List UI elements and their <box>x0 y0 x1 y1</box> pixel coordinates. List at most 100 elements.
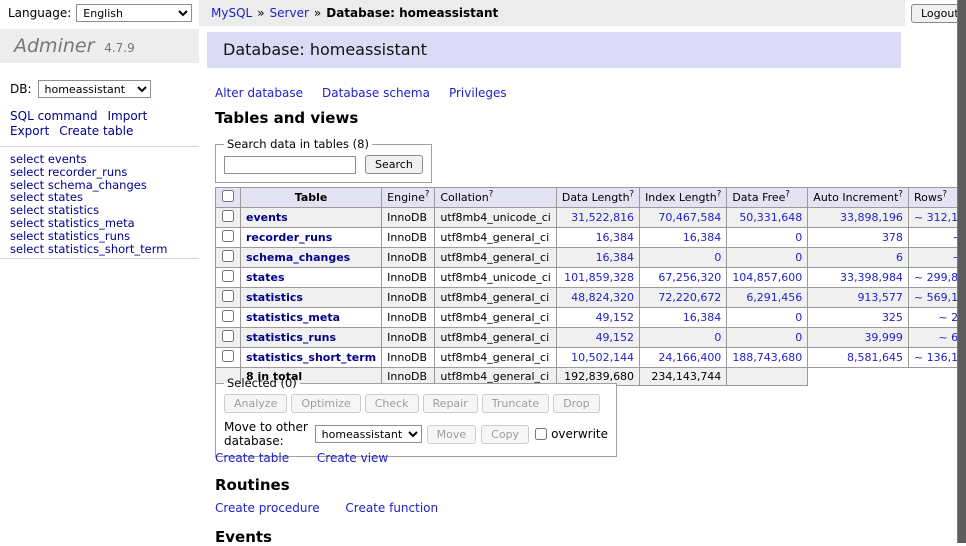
overwrite-checkbox[interactable] <box>535 428 547 440</box>
sidebar-table-link[interactable]: select statistics_short_term <box>10 243 167 256</box>
auto-increment-link[interactable]: 8,581,645 <box>847 351 903 364</box>
table-name-link[interactable]: schema_changes <box>246 251 350 264</box>
data-length-link[interactable]: 101,859,328 <box>564 271 634 284</box>
sidebar-table-link[interactable]: select recorder_runs <box>10 166 167 179</box>
auto-increment-link[interactable]: 378 <box>882 231 903 244</box>
search-input[interactable] <box>224 156 356 174</box>
sidebar-table-link[interactable]: select statistics_runs <box>10 230 167 243</box>
data-length-link[interactable]: 49,152 <box>596 311 635 324</box>
auto-increment-link[interactable]: 33,398,984 <box>840 271 903 284</box>
data-free-link[interactable]: 0 <box>795 251 802 264</box>
db-select[interactable]: homeassistant <box>38 80 151 98</box>
table-name-link[interactable]: statistics_short_term <box>246 351 376 364</box>
collation-cell: utf8mb4_general_ci <box>435 328 556 348</box>
sidebar-table-link[interactable]: select events <box>10 153 167 166</box>
column-header-collation: Collation? <box>435 188 556 208</box>
select-all-checkbox[interactable] <box>222 190 234 202</box>
search-fieldset: Search data in tables (8) Search <box>215 137 432 183</box>
row-checkbox[interactable] <box>222 230 234 242</box>
breadcrumb-mysql-link[interactable]: MySQL <box>211 6 252 20</box>
data-free-link[interactable]: 0 <box>795 311 802 324</box>
database-schema-link[interactable]: Database schema <box>322 86 430 100</box>
sidebar-import-link[interactable]: Import <box>107 109 147 123</box>
table-name-link[interactable]: statistics_runs <box>246 331 336 344</box>
data-free-link[interactable]: 188,743,680 <box>732 351 802 364</box>
index-length-link[interactable]: 70,467,584 <box>658 211 721 224</box>
auto-increment-link[interactable]: 325 <box>882 311 903 324</box>
auto-increment-link[interactable]: 913,577 <box>857 291 903 304</box>
data-free-link[interactable]: 0 <box>795 231 802 244</box>
row-checkbox[interactable] <box>222 210 234 222</box>
check-button[interactable]: Check <box>365 394 419 413</box>
database-actions: Alter database Database schema Privilege… <box>215 86 507 100</box>
index-length-link[interactable]: 67,256,320 <box>658 271 721 284</box>
data-free-link[interactable]: 104,857,600 <box>732 271 802 284</box>
data-free-link[interactable]: 50,331,648 <box>739 211 802 224</box>
sidebar-create-table-link[interactable]: Create table <box>59 124 133 138</box>
optimize-button[interactable]: Optimize <box>291 394 360 413</box>
page-title: Database: homeassistant <box>207 32 901 68</box>
data-length-link[interactable]: 10,502,144 <box>571 351 634 364</box>
auto-increment-link[interactable]: 39,999 <box>864 331 903 344</box>
data-length-link[interactable]: 16,384 <box>596 251 635 264</box>
row-checkbox[interactable] <box>222 290 234 302</box>
scrollbar[interactable] <box>957 0 966 543</box>
analyze-button[interactable]: Analyze <box>224 394 287 413</box>
truncate-button[interactable]: Truncate <box>482 394 549 413</box>
alter-database-link[interactable]: Alter database <box>215 86 303 100</box>
table-row: statistics_meta InnoDB utf8mb4_general_c… <box>216 308 966 328</box>
create-procedure-link[interactable]: Create procedure <box>215 501 320 515</box>
engine-cell: InnoDB <box>382 348 435 368</box>
table-name-link[interactable]: events <box>246 211 288 224</box>
engine-cell: InnoDB <box>382 308 435 328</box>
column-header-table: Table <box>241 188 382 208</box>
data-length-link[interactable]: 16,384 <box>596 231 635 244</box>
table-name-link[interactable]: statistics_meta <box>246 311 340 324</box>
drop-button[interactable]: Drop <box>553 394 599 413</box>
create-view-link[interactable]: Create view <box>317 451 388 465</box>
engine-cell: InnoDB <box>382 228 435 248</box>
auto-increment-link[interactable]: 6 <box>896 251 903 264</box>
table-name-link[interactable]: statistics <box>246 291 303 304</box>
index-length-link[interactable]: 16,384 <box>683 231 722 244</box>
auto-increment-link[interactable]: 33,898,196 <box>840 211 903 224</box>
row-checkbox[interactable] <box>222 310 234 322</box>
repair-button[interactable]: Repair <box>423 394 478 413</box>
index-length-link[interactable]: 72,220,672 <box>658 291 721 304</box>
language-select[interactable]: English <box>76 4 192 22</box>
row-checkbox[interactable] <box>222 330 234 342</box>
index-length-link[interactable]: 0 <box>714 331 721 344</box>
move-button[interactable]: Move <box>427 425 477 444</box>
row-checkbox[interactable] <box>222 350 234 362</box>
scrollbar-thumb[interactable] <box>959 0 966 543</box>
routines-links: Create procedure Create function <box>215 501 460 515</box>
db-selector-row: DB: homeassistant <box>10 80 151 98</box>
sidebar-export-link[interactable]: Export <box>10 124 49 138</box>
search-button[interactable]: Search <box>365 155 423 174</box>
data-free-link[interactable]: 6,291,456 <box>746 291 802 304</box>
create-table-link[interactable]: Create table <box>215 451 289 465</box>
row-checkbox[interactable] <box>222 250 234 262</box>
table-name-link[interactable]: recorder_runs <box>246 231 332 244</box>
data-length-link[interactable]: 31,522,816 <box>571 211 634 224</box>
data-length-link[interactable]: 48,824,320 <box>571 291 634 304</box>
sidebar-table-link[interactable]: select statistics_meta <box>10 217 167 230</box>
data-free-link[interactable]: 0 <box>795 331 802 344</box>
tables-list: Table Engine? Collation? Data Length? In… <box>215 187 966 386</box>
breadcrumb-separator: » <box>257 6 264 20</box>
sidebar-sql-command-link[interactable]: SQL command <box>10 109 97 123</box>
create-function-link[interactable]: Create function <box>345 501 438 515</box>
copy-button[interactable]: Copy <box>481 425 529 444</box>
engine-cell: InnoDB <box>382 208 435 228</box>
db-label: DB: <box>10 82 32 96</box>
index-length-link[interactable]: 0 <box>714 251 721 264</box>
table-name-link[interactable]: states <box>246 271 285 284</box>
breadcrumb-server-link[interactable]: Server <box>270 6 309 20</box>
row-checkbox[interactable] <box>222 270 234 282</box>
app-version: 4.7.9 <box>104 41 135 55</box>
index-length-link[interactable]: 16,384 <box>683 311 722 324</box>
move-db-select[interactable]: homeassistant <box>315 425 422 443</box>
privileges-link[interactable]: Privileges <box>449 86 507 100</box>
data-length-link[interactable]: 49,152 <box>596 331 635 344</box>
index-length-link[interactable]: 24,166,400 <box>658 351 721 364</box>
